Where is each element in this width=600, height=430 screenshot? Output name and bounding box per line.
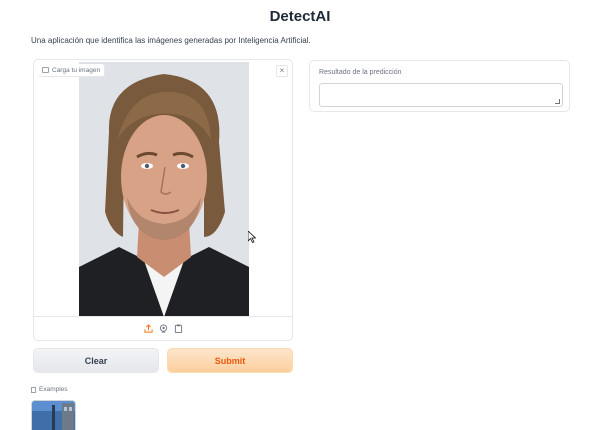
prediction-textbox[interactable]	[319, 83, 563, 107]
table-icon	[31, 386, 36, 393]
page-description: Una aplicación que identifica las imágen…	[31, 36, 311, 45]
prediction-output-panel: Resultado de la predicción	[309, 60, 570, 112]
image-input-label: Carga tu imagen	[38, 64, 106, 77]
image-icon	[42, 67, 49, 73]
image-input-label-text: Carga tu imagen	[52, 66, 101, 74]
clear-image-button[interactable]: ×	[276, 65, 288, 77]
examples-header: Examples	[31, 386, 68, 393]
clipboard-icon[interactable]	[173, 324, 183, 334]
uploaded-photo	[79, 62, 249, 317]
clear-button[interactable]: Clear	[33, 348, 159, 373]
image-toolbar	[34, 316, 292, 340]
prediction-label: Resultado de la predicción	[319, 69, 402, 76]
image-upload-panel[interactable]: Carga tu imagen ×	[33, 59, 293, 341]
submit-button[interactable]: Submit	[167, 348, 293, 373]
examples-label: Examples	[39, 386, 68, 393]
page-title: DetectAI	[269, 8, 331, 25]
upload-icon[interactable]	[143, 324, 153, 334]
webcam-icon[interactable]	[158, 324, 168, 334]
resize-handle-icon[interactable]	[555, 99, 560, 104]
example-image-thumbnail[interactable]	[31, 400, 76, 430]
mouse-cursor-icon	[247, 230, 257, 248]
